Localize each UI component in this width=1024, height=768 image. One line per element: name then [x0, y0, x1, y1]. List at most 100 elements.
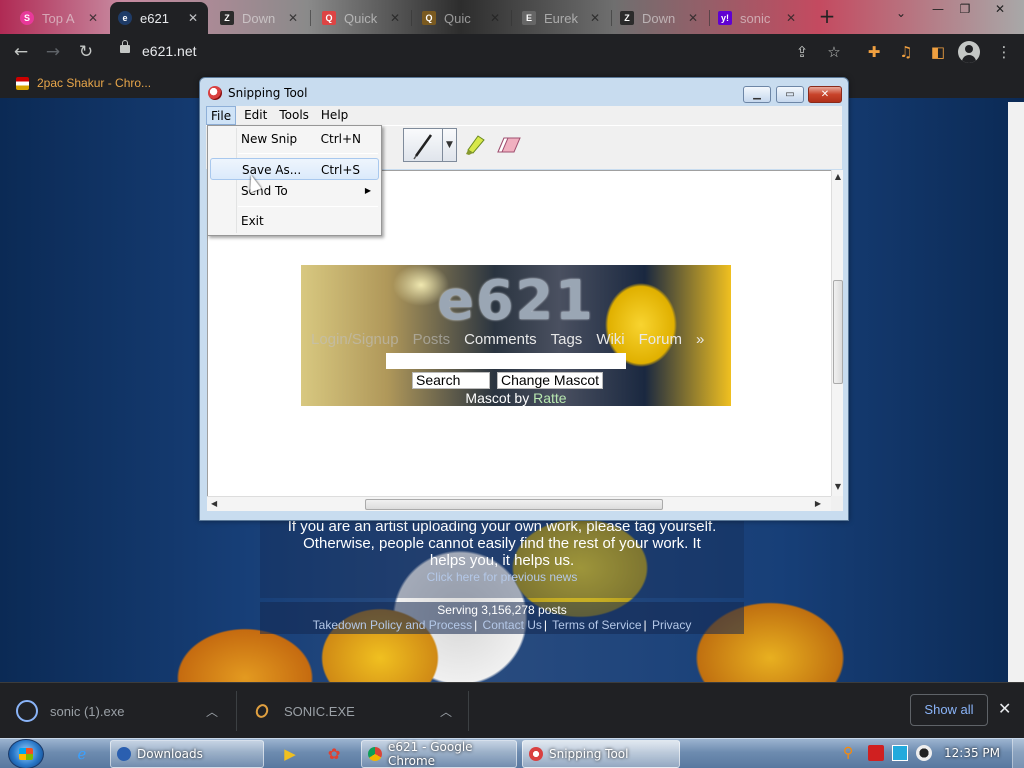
news-line: helps you, it helps us. [429, 552, 575, 569]
highlighter-icon[interactable] [464, 134, 486, 156]
tab-search-icon[interactable]: ⌄ [896, 6, 906, 20]
menu-item-save-as[interactable]: Save As... Ctrl+S [210, 158, 379, 180]
mascot-artist-link: Ratte [533, 390, 567, 406]
chevron-up-icon[interactable]: ︿ [206, 703, 218, 720]
scroll-up-icon[interactable]: ▲ [832, 172, 844, 184]
close-tab-icon[interactable]: ✕ [588, 11, 602, 25]
tab-down-1[interactable]: Z Down ✕ [212, 4, 308, 32]
restore-window-icon[interactable]: ❐ [955, 1, 975, 19]
vertical-scrollbar[interactable]: ▲ ▼ [831, 170, 843, 496]
close-tab-icon[interactable]: ✕ [388, 11, 402, 25]
windows-logo-icon [19, 748, 33, 760]
back-icon[interactable]: ← [10, 42, 32, 62]
scroll-right-icon[interactable]: ▶ [815, 499, 821, 508]
lock-icon[interactable] [120, 40, 130, 53]
side-panel-icon[interactable]: ◧ [928, 42, 948, 62]
terms-of-service-link[interactable]: Terms of Service [552, 618, 641, 632]
favicon-icon: S [20, 11, 34, 25]
menu-item-exit[interactable]: Exit [210, 210, 379, 232]
close-tab-icon[interactable]: ✕ [86, 11, 100, 25]
close-download-shelf-icon[interactable]: ✕ [998, 699, 1011, 718]
menu-help[interactable]: Help [317, 106, 352, 125]
captured-nav-item: » [695, 331, 705, 348]
share-icon[interactable]: ⇪ [792, 42, 812, 62]
download-item[interactable]: SONIC.EXE [250, 683, 355, 739]
taskbar-snipping-tool[interactable]: Snipping Tool [522, 740, 680, 768]
scroll-thumb[interactable] [365, 499, 663, 510]
chevron-up-icon[interactable]: ︿ [440, 703, 452, 720]
flag-tray-icon[interactable] [868, 745, 884, 761]
close-tab-icon[interactable]: ✕ [784, 11, 798, 25]
tab-down-2[interactable]: Z Down ✕ [612, 4, 708, 32]
search-tray-icon[interactable]: ⚲ [843, 745, 859, 761]
pen-tool-button[interactable] [403, 128, 443, 162]
media-controls-icon[interactable]: ♫ [896, 42, 916, 62]
horizontal-scrollbar[interactable]: ◀ ▶ [207, 496, 831, 511]
reload-icon[interactable]: ↻ [75, 42, 97, 62]
address-bar[interactable]: e621.net [110, 39, 855, 65]
menu-tools[interactable]: Tools [275, 106, 313, 125]
mascot-credit-text: Mascot by [465, 390, 530, 406]
taskbar-clock[interactable]: 12:35 PM [944, 746, 1000, 760]
tab-title: e621 [140, 10, 169, 26]
start-button[interactable] [8, 739, 44, 768]
app-pinned-icon[interactable]: ✿ [316, 742, 352, 766]
bookmark-item[interactable]: 2pac Shakur - Chro... [16, 76, 151, 90]
tab-top-a[interactable]: S Top A ✕ [12, 4, 108, 32]
browser-toolbar: ← → ↻ e621.net ⇪ ☆ ✚ ♫ ◧ ⋮ [0, 34, 1024, 70]
close-tab-icon[interactable]: ✕ [186, 11, 200, 25]
profile-avatar[interactable] [958, 41, 980, 63]
close-tab-icon[interactable]: ✕ [686, 11, 700, 25]
download-item[interactable]: sonic (1).exe [16, 683, 124, 739]
tab-title: Quick [344, 10, 378, 26]
scroll-down-icon[interactable]: ▼ [832, 482, 844, 494]
privacy-link[interactable]: Privacy [652, 618, 691, 632]
extensions-icon[interactable]: ✚ [864, 42, 884, 62]
url-text[interactable]: e621.net [142, 43, 197, 59]
tab-e621[interactable]: e e621 ✕ [110, 2, 208, 34]
tab-eurek[interactable]: E Eurek ✕ [514, 4, 610, 32]
new-tab-button[interactable]: + [816, 6, 838, 28]
tab-quick-2[interactable]: Q Quic ✕ [414, 4, 510, 32]
close-button[interactable]: ✕ [808, 86, 842, 103]
media-player-icon[interactable]: ▶ [272, 742, 308, 766]
previous-news-link[interactable]: Click here for previous news [260, 570, 744, 584]
close-tab-icon[interactable]: ✕ [286, 11, 300, 25]
pen-dropdown-icon[interactable]: ▼ [443, 128, 457, 162]
pen-icon [413, 134, 433, 160]
bookmark-star-icon[interactable]: ☆ [824, 42, 844, 62]
maximize-button[interactable]: ▭ [776, 86, 804, 103]
show-all-button[interactable]: Show all [910, 694, 988, 726]
internet-explorer-icon[interactable]: ℯ [64, 742, 100, 766]
monitor-tray-icon[interactable] [892, 745, 908, 761]
menu-dots-icon[interactable]: ⋮ [994, 42, 1014, 62]
show-desktop-button[interactable] [1012, 739, 1024, 768]
scroll-thumb[interactable] [833, 280, 843, 384]
minimize-window-icon[interactable]: — [928, 1, 948, 19]
page-scrollbar[interactable] [1008, 102, 1024, 682]
news-box: If you are an artist uploading your own … [260, 518, 744, 598]
close-window-icon[interactable]: ✕ [990, 1, 1010, 19]
taskbar-downloads[interactable]: Downloads [110, 740, 264, 768]
eraser-icon[interactable] [496, 136, 522, 154]
takedown-policy-link[interactable]: Takedown Policy and Process [313, 618, 472, 632]
close-tab-icon[interactable]: ✕ [488, 11, 502, 25]
file-menu-dropdown: New Snip Ctrl+N Save As... Ctrl+S Send T… [207, 125, 382, 236]
snipping-tool-icon [529, 747, 543, 761]
captured-search-field [386, 353, 626, 369]
tab-title: Down [242, 10, 276, 26]
menu-item-new-snip[interactable]: New Snip Ctrl+N [210, 128, 379, 150]
tab-quick-1[interactable]: Q Quick ✕ [314, 4, 410, 32]
menu-item-send-to[interactable]: Send To ▶ [210, 180, 379, 202]
minimize-button[interactable]: ▁ [743, 86, 771, 103]
captured-image: e621 Login/Signup Posts Comments Tags Wi… [301, 265, 731, 406]
volume-tray-icon[interactable] [916, 745, 932, 761]
forward-icon[interactable]: → [42, 42, 64, 62]
taskbar-chrome[interactable]: e621 - Google Chrome [361, 740, 517, 768]
tab-sonic[interactable]: y! sonic ✕ [710, 4, 806, 32]
download-file-icon [253, 702, 271, 720]
menu-edit[interactable]: Edit [240, 106, 271, 125]
menu-file[interactable]: File [206, 106, 237, 125]
scroll-left-icon[interactable]: ◀ [211, 499, 217, 508]
contact-us-link[interactable]: Contact Us [483, 618, 542, 632]
